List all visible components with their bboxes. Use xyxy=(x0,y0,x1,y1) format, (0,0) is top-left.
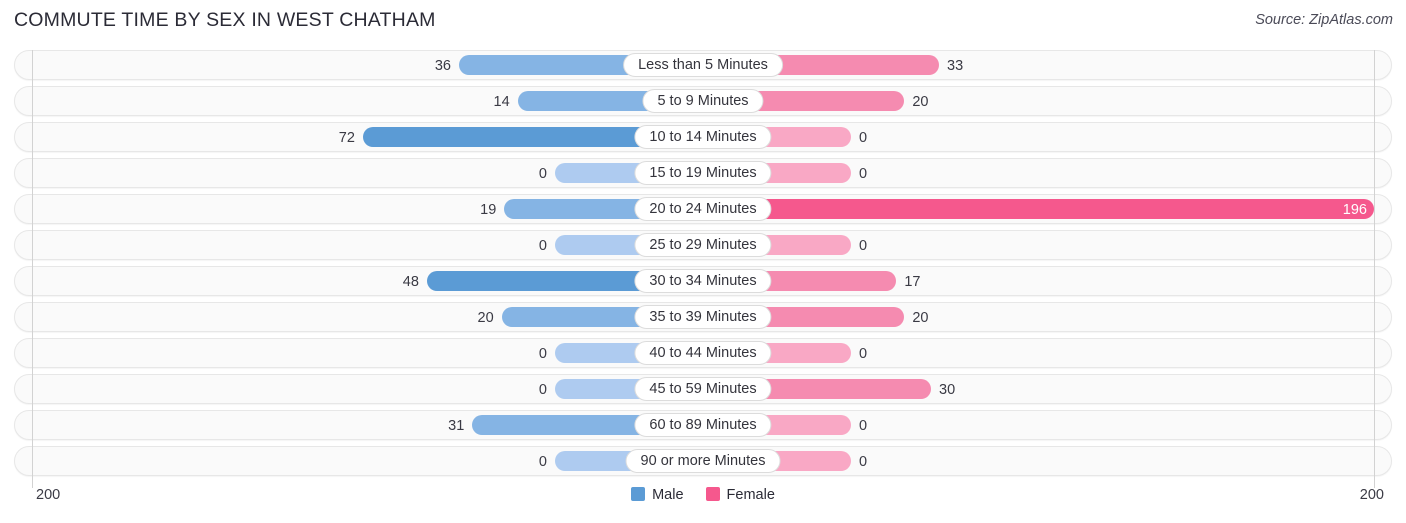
female-value-label: 33 xyxy=(947,58,964,74)
bar-row-list: 36 33 Less than 5 Minutes 14 20 5 to 9 Minute… xyxy=(14,50,1392,482)
table-row[interactable]: 20 20 35 to 39 Minutes xyxy=(14,302,1392,332)
category-label: 45 to 59 Minutes xyxy=(634,377,772,401)
table-row[interactable]: 0 0 40 to 44 Minutes xyxy=(14,338,1392,368)
table-row[interactable]: 14 20 5 to 9 Minutes xyxy=(14,86,1392,116)
bar-wrap: 20 20 35 to 39 Minutes xyxy=(15,303,1391,331)
bar-wrap: 36 33 Less than 5 Minutes xyxy=(15,51,1391,79)
female-bar[interactable] xyxy=(703,199,1374,219)
legend-item-male[interactable]: Male xyxy=(631,487,684,503)
bar-wrap: 31 0 60 to 89 Minutes xyxy=(15,411,1391,439)
category-label: 20 to 24 Minutes xyxy=(634,197,772,221)
male-value-label: 0 xyxy=(538,346,547,362)
male-value-label: 0 xyxy=(538,238,547,254)
category-label: 35 to 39 Minutes xyxy=(634,305,772,329)
legend-label: Male xyxy=(652,487,684,503)
category-label: Less than 5 Minutes xyxy=(623,53,783,77)
bar-wrap: 0 30 45 to 59 Minutes xyxy=(15,375,1391,403)
female-value-label: 17 xyxy=(904,274,921,290)
bar-wrap: 48 17 30 to 34 Minutes xyxy=(15,267,1391,295)
female-value-label: 20 xyxy=(912,94,929,110)
commute-time-chart: COMMUTE TIME BY SEX IN WEST CHATHAM Sour… xyxy=(0,0,1406,523)
table-row[interactable]: 48 17 30 to 34 Minutes xyxy=(14,266,1392,296)
category-label: 25 to 29 Minutes xyxy=(634,233,772,257)
male-value-label: 72 xyxy=(338,130,355,146)
female-value-label: 20 xyxy=(912,310,929,326)
table-row[interactable]: 36 33 Less than 5 Minutes xyxy=(14,50,1392,80)
male-value-label: 0 xyxy=(538,166,547,182)
legend-item-female[interactable]: Female xyxy=(705,487,775,503)
table-row[interactable]: 0 0 90 or more Minutes xyxy=(14,446,1392,476)
female-value-label: 0 xyxy=(859,166,868,182)
female-value-label: 196 xyxy=(1342,202,1367,218)
female-value-label: 0 xyxy=(859,238,868,254)
male-value-label: 31 xyxy=(448,418,465,434)
table-row[interactable]: 0 30 45 to 59 Minutes xyxy=(14,374,1392,404)
male-value-label: 0 xyxy=(538,454,547,470)
table-row[interactable]: 0 0 15 to 19 Minutes xyxy=(14,158,1392,188)
table-row[interactable]: 72 0 10 to 14 Minutes xyxy=(14,122,1392,152)
male-value-label: 36 xyxy=(434,58,451,74)
male-value-label: 19 xyxy=(480,202,497,218)
table-row[interactable]: 0 0 25 to 29 Minutes xyxy=(14,230,1392,260)
bar-wrap: 0 0 15 to 19 Minutes xyxy=(15,159,1391,187)
category-label: 40 to 44 Minutes xyxy=(634,341,772,365)
female-value-label: 30 xyxy=(939,382,956,398)
male-value-label: 48 xyxy=(402,274,419,290)
axis-line-right xyxy=(1374,50,1375,488)
bar-wrap: 0 0 90 or more Minutes xyxy=(15,447,1391,475)
male-value-label: 20 xyxy=(477,310,494,326)
table-row[interactable]: 31 0 60 to 89 Minutes xyxy=(14,410,1392,440)
source-attribution: Source: ZipAtlas.com xyxy=(1255,12,1393,28)
category-label: 60 to 89 Minutes xyxy=(634,413,772,437)
category-label: 30 to 34 Minutes xyxy=(634,269,772,293)
bar-wrap: 14 20 5 to 9 Minutes xyxy=(15,87,1391,115)
female-value-label: 0 xyxy=(859,346,868,362)
table-row[interactable]: 19 196 20 to 24 Minutes xyxy=(14,194,1392,224)
male-value-label: 14 xyxy=(493,94,510,110)
bar-wrap: 19 196 20 to 24 Minutes xyxy=(15,195,1391,223)
category-label: 15 to 19 Minutes xyxy=(634,161,772,185)
legend-label: Female xyxy=(726,487,775,503)
female-value-label: 0 xyxy=(859,130,868,146)
bar-wrap: 72 0 10 to 14 Minutes xyxy=(15,123,1391,151)
category-label: 90 or more Minutes xyxy=(625,449,781,473)
legend-swatch-icon xyxy=(631,487,646,501)
male-value-label: 0 xyxy=(538,382,547,398)
page-title: COMMUTE TIME BY SEX IN WEST CHATHAM xyxy=(14,9,436,31)
category-label: 5 to 9 Minutes xyxy=(642,89,764,113)
legend-swatch-icon xyxy=(705,487,720,501)
plot-area: 36 33 Less than 5 Minutes 14 20 5 to 9 Minute… xyxy=(14,50,1392,488)
female-value-label: 0 xyxy=(859,418,868,434)
chart-legend: Male Female xyxy=(0,487,1406,503)
female-value-label: 0 xyxy=(859,454,868,470)
bar-wrap: 0 0 25 to 29 Minutes xyxy=(15,231,1391,259)
bar-wrap: 0 0 40 to 44 Minutes xyxy=(15,339,1391,367)
axis-line-left xyxy=(32,50,33,488)
category-label: 10 to 14 Minutes xyxy=(634,125,772,149)
